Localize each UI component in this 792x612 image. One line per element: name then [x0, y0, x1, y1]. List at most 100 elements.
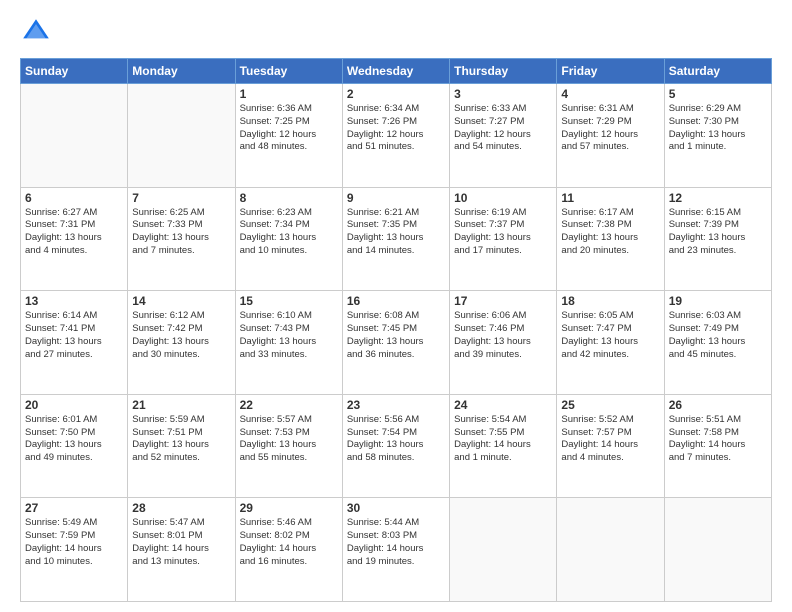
day-number: 16	[347, 294, 445, 308]
day-info: Sunrise: 6:12 AM Sunset: 7:42 PM Dayligh…	[132, 310, 230, 361]
day-number: 5	[669, 87, 767, 101]
day-info: Sunrise: 6:03 AM Sunset: 7:49 PM Dayligh…	[669, 310, 767, 361]
calendar-cell: 7Sunrise: 6:25 AM Sunset: 7:33 PM Daylig…	[128, 187, 235, 291]
calendar-week-row: 20Sunrise: 6:01 AM Sunset: 7:50 PM Dayli…	[21, 394, 772, 498]
calendar-week-row: 13 Sunrise: 6:14 AM Sunset: 7:41 PM Dayli…	[21, 291, 772, 395]
day-info: Sunrise: 6:19 AM Sunset: 7:37 PM Dayligh…	[454, 207, 552, 258]
calendar-cell: 19 Sunrise: 6:03 AM Sunset: 7:49 PM Dayli…	[664, 291, 771, 395]
calendar-week-row: 27Sunrise: 5:49 AM Sunset: 7:59 PM Dayli…	[21, 498, 772, 602]
calendar-cell: 24 Sunrise: 5:54 AM Sunset: 7:55 PM Dayli…	[450, 394, 557, 498]
day-info: Sunrise: 6:25 AM Sunset: 7:33 PM Dayligh…	[132, 207, 230, 258]
calendar-cell: 3 Sunrise: 6:33 AM Sunset: 7:27 PM Daylig…	[450, 84, 557, 188]
day-info: Sunrise: 5:59 AM Sunset: 7:51 PM Dayligh…	[132, 414, 230, 465]
day-info: Sunrise: 5:56 AM Sunset: 7:54 PM Dayligh…	[347, 414, 445, 465]
day-info: Sunrise: 6:23 AM Sunset: 7:34 PM Dayligh…	[240, 207, 338, 258]
calendar-cell: 28Sunrise: 5:47 AM Sunset: 8:01 PM Dayli…	[128, 498, 235, 602]
day-info: Sunrise: 5:51 AM Sunset: 7:58 PM Dayligh…	[669, 414, 767, 465]
weekday-header-row: SundayMondayTuesdayWednesdayThursdayFrid…	[21, 59, 772, 84]
calendar-cell: 12Sunrise: 6:15 AM Sunset: 7:39 PM Dayli…	[664, 187, 771, 291]
day-info: Sunrise: 6:33 AM Sunset: 7:27 PM Dayligh…	[454, 103, 552, 154]
day-info: Sunrise: 5:47 AM Sunset: 8:01 PM Dayligh…	[132, 517, 230, 568]
logo	[20, 16, 56, 48]
day-number: 29	[240, 501, 338, 515]
weekday-header: Monday	[128, 59, 235, 84]
day-number: 23	[347, 398, 445, 412]
day-info: Sunrise: 6:31 AM Sunset: 7:29 PM Dayligh…	[561, 103, 659, 154]
calendar-cell: 26 Sunrise: 5:51 AM Sunset: 7:58 PM Dayli…	[664, 394, 771, 498]
calendar-cell: 18Sunrise: 6:05 AM Sunset: 7:47 PM Dayli…	[557, 291, 664, 395]
calendar-cell: 16 Sunrise: 6:08 AM Sunset: 7:45 PM Dayli…	[342, 291, 449, 395]
day-info: Sunrise: 6:34 AM Sunset: 7:26 PM Dayligh…	[347, 103, 445, 154]
day-number: 8	[240, 191, 338, 205]
day-info: Sunrise: 6:06 AM Sunset: 7:46 PM Dayligh…	[454, 310, 552, 361]
day-number: 6	[25, 191, 123, 205]
day-number: 22	[240, 398, 338, 412]
calendar-cell	[128, 84, 235, 188]
day-info: Sunrise: 6:14 AM Sunset: 7:41 PM Dayligh…	[25, 310, 123, 361]
day-number: 17	[454, 294, 552, 308]
day-info: Sunrise: 6:10 AM Sunset: 7:43 PM Dayligh…	[240, 310, 338, 361]
calendar-cell: 29 Sunrise: 5:46 AM Sunset: 8:02 PM Dayli…	[235, 498, 342, 602]
day-number: 24	[454, 398, 552, 412]
day-info: Sunrise: 5:54 AM Sunset: 7:55 PM Dayligh…	[454, 414, 552, 465]
calendar-cell	[557, 498, 664, 602]
calendar-cell: 23 Sunrise: 5:56 AM Sunset: 7:54 PM Dayli…	[342, 394, 449, 498]
day-info: Sunrise: 6:21 AM Sunset: 7:35 PM Dayligh…	[347, 207, 445, 258]
day-number: 3	[454, 87, 552, 101]
day-number: 30	[347, 501, 445, 515]
calendar-cell: 13 Sunrise: 6:14 AM Sunset: 7:41 PM Dayli…	[21, 291, 128, 395]
weekday-header: Tuesday	[235, 59, 342, 84]
calendar-cell: 11 Sunrise: 6:17 AM Sunset: 7:38 PM Dayli…	[557, 187, 664, 291]
calendar-cell: 21 Sunrise: 5:59 AM Sunset: 7:51 PM Dayli…	[128, 394, 235, 498]
day-number: 11	[561, 191, 659, 205]
day-info: Sunrise: 5:49 AM Sunset: 7:59 PM Dayligh…	[25, 517, 123, 568]
weekday-header: Wednesday	[342, 59, 449, 84]
day-number: 2	[347, 87, 445, 101]
day-number: 10	[454, 191, 552, 205]
day-number: 15	[240, 294, 338, 308]
day-number: 19	[669, 294, 767, 308]
day-number: 25	[561, 398, 659, 412]
calendar-cell: 27Sunrise: 5:49 AM Sunset: 7:59 PM Dayli…	[21, 498, 128, 602]
weekday-header: Sunday	[21, 59, 128, 84]
calendar-cell: 4 Sunrise: 6:31 AM Sunset: 7:29 PM Daylig…	[557, 84, 664, 188]
page: SundayMondayTuesdayWednesdayThursdayFrid…	[0, 0, 792, 612]
calendar-cell: 30 Sunrise: 5:44 AM Sunset: 8:03 PM Dayli…	[342, 498, 449, 602]
day-number: 21	[132, 398, 230, 412]
calendar-cell: 15 Sunrise: 6:10 AM Sunset: 7:43 PM Dayli…	[235, 291, 342, 395]
calendar-cell	[21, 84, 128, 188]
day-number: 1	[240, 87, 338, 101]
calendar-cell: 2 Sunrise: 6:34 AM Sunset: 7:26 PM Daylig…	[342, 84, 449, 188]
calendar-cell: 25 Sunrise: 5:52 AM Sunset: 7:57 PM Dayli…	[557, 394, 664, 498]
weekday-header: Friday	[557, 59, 664, 84]
day-info: Sunrise: 5:52 AM Sunset: 7:57 PM Dayligh…	[561, 414, 659, 465]
day-info: Sunrise: 5:44 AM Sunset: 8:03 PM Dayligh…	[347, 517, 445, 568]
calendar-cell	[664, 498, 771, 602]
day-number: 14	[132, 294, 230, 308]
calendar: SundayMondayTuesdayWednesdayThursdayFrid…	[20, 58, 772, 602]
day-number: 13	[25, 294, 123, 308]
day-info: Sunrise: 5:46 AM Sunset: 8:02 PM Dayligh…	[240, 517, 338, 568]
day-info: Sunrise: 6:17 AM Sunset: 7:38 PM Dayligh…	[561, 207, 659, 258]
day-number: 4	[561, 87, 659, 101]
calendar-cell: 8 Sunrise: 6:23 AM Sunset: 7:34 PM Daylig…	[235, 187, 342, 291]
day-number: 18	[561, 294, 659, 308]
day-number: 12	[669, 191, 767, 205]
day-number: 26	[669, 398, 767, 412]
day-info: Sunrise: 6:36 AM Sunset: 7:25 PM Dayligh…	[240, 103, 338, 154]
day-number: 9	[347, 191, 445, 205]
calendar-cell: 5 Sunrise: 6:29 AM Sunset: 7:30 PM Daylig…	[664, 84, 771, 188]
day-number: 20	[25, 398, 123, 412]
calendar-cell: 20Sunrise: 6:01 AM Sunset: 7:50 PM Dayli…	[21, 394, 128, 498]
day-info: Sunrise: 6:08 AM Sunset: 7:45 PM Dayligh…	[347, 310, 445, 361]
calendar-cell	[450, 498, 557, 602]
calendar-cell: 14 Sunrise: 6:12 AM Sunset: 7:42 PM Dayli…	[128, 291, 235, 395]
day-info: Sunrise: 6:29 AM Sunset: 7:30 PM Dayligh…	[669, 103, 767, 154]
day-info: Sunrise: 5:57 AM Sunset: 7:53 PM Dayligh…	[240, 414, 338, 465]
calendar-cell: 22 Sunrise: 5:57 AM Sunset: 7:53 PM Dayli…	[235, 394, 342, 498]
calendar-week-row: 1 Sunrise: 6:36 AM Sunset: 7:25 PM Daylig…	[21, 84, 772, 188]
calendar-cell: 9 Sunrise: 6:21 AM Sunset: 7:35 PM Daylig…	[342, 187, 449, 291]
calendar-week-row: 6Sunrise: 6:27 AM Sunset: 7:31 PM Daylig…	[21, 187, 772, 291]
calendar-cell: 6Sunrise: 6:27 AM Sunset: 7:31 PM Daylig…	[21, 187, 128, 291]
weekday-header: Saturday	[664, 59, 771, 84]
